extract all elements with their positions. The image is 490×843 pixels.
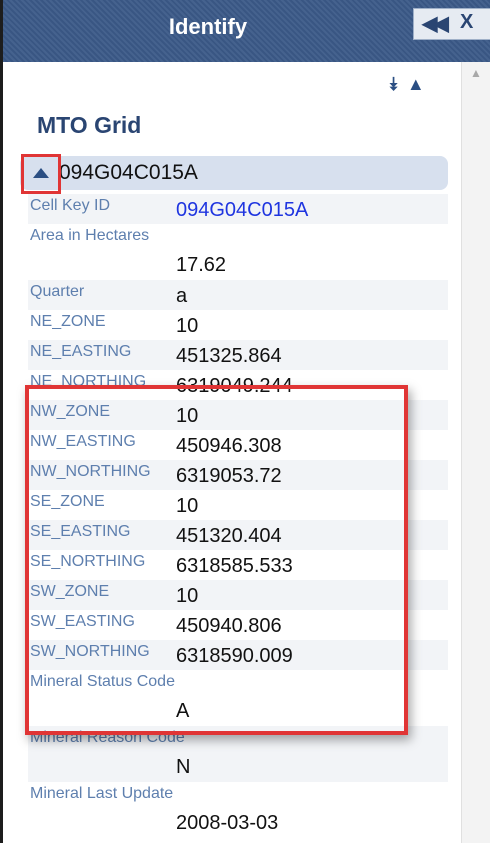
feature-id[interactable]: 094G04C015A	[59, 161, 198, 185]
attribute-value: A	[176, 700, 190, 722]
attribute-label: SW_EASTING	[30, 613, 135, 630]
attribute-row: Mineral Last Update 2008-03-03	[28, 782, 448, 838]
attribute-label: Area in Hectares	[30, 227, 150, 244]
attribute-row: Area in Hectares 17.62	[28, 224, 448, 280]
attribute-value: 6319049.244	[176, 375, 293, 397]
attribute-label: Mineral Status Code	[30, 673, 175, 690]
attribute-row: SE_EASTING 451320.404	[28, 520, 448, 550]
attribute-row: SW_ZONE 10	[28, 580, 448, 610]
attribute-value: 6319053.72	[176, 465, 282, 487]
attribute-row: NE_NORTHING 6319049.244	[28, 370, 448, 400]
attribute-label: NE_NORTHING	[30, 373, 147, 390]
attribute-value: 17.62	[176, 254, 227, 276]
scroll-up-icon[interactable]: ▲	[470, 66, 482, 80]
attribute-row: SW_EASTING 450940.806	[28, 610, 448, 640]
expand-collapse-toolbar: ⯯ ▲	[388, 74, 433, 95]
attribute-row: Cell Key ID 094G04C015A	[28, 194, 448, 224]
attribute-value-link[interactable]: 094G04C015A	[176, 199, 308, 222]
attribute-label: SW_ZONE	[30, 583, 110, 600]
window-controls: ◀◀ X	[413, 8, 490, 40]
attribute-row: SE_NORTHING 6318585.533	[28, 550, 448, 580]
attribute-label: NW_ZONE	[30, 403, 110, 420]
scrollbar[interactable]: ▲	[461, 62, 490, 843]
attribute-row: SE_ZONE 10	[28, 490, 448, 520]
layer-title: MTO Grid	[37, 112, 142, 138]
attribute-row: NE_ZONE 10	[28, 310, 448, 340]
attribute-label: NE_EASTING	[30, 343, 132, 360]
attribute-value: a	[176, 285, 188, 307]
attribute-value: 451325.864	[176, 345, 282, 367]
attribute-value: 6318585.533	[176, 555, 293, 577]
attribute-row: NW_NORTHING 6319053.72	[28, 460, 448, 490]
double-chevron-left-icon[interactable]: ◀◀	[422, 11, 449, 36]
attribute-label: Mineral Reason Code	[30, 729, 185, 746]
attribute-label: SE_ZONE	[30, 493, 105, 510]
attribute-row: NW_EASTING 450946.308	[28, 430, 448, 460]
attribute-value: N	[176, 756, 191, 778]
attribute-label: Cell Key ID	[30, 197, 111, 214]
chevron-up-icon[interactable]: ▲	[407, 74, 425, 94]
identify-panel: ⯯ ▲ MTO Grid 094G04C015A Cell Key ID 094G0…	[3, 62, 461, 843]
attribute-label: SE_EASTING	[30, 523, 131, 540]
attribute-label: NW_EASTING	[30, 433, 136, 450]
attribute-row: Mineral Reason Code N	[28, 726, 448, 782]
attribute-value: 451320.404	[176, 525, 282, 547]
window-titlebar: Identify ◀◀ X	[3, 0, 490, 62]
attribute-value: 10	[176, 405, 199, 427]
attribute-row: NE_EASTING 451325.864	[28, 340, 448, 370]
attribute-row: SW_NORTHING 6318590.009	[28, 640, 448, 670]
attribute-value: 450940.806	[176, 615, 282, 637]
attribute-value: 10	[176, 315, 199, 337]
attribute-label: SW_NORTHING	[30, 643, 150, 660]
attribute-label: SE_NORTHING	[30, 553, 146, 570]
attribute-label: NW_NORTHING	[30, 463, 151, 480]
triangle-up-icon	[33, 168, 49, 178]
collapse-feature-button[interactable]	[21, 154, 61, 194]
attribute-row: NW_ZONE 10	[28, 400, 448, 430]
attribute-value: 10	[176, 585, 199, 607]
attribute-value: 450946.308	[176, 435, 282, 457]
double-chevron-down-icon[interactable]: ⯯	[388, 74, 399, 94]
window-title: Identify	[168, 14, 248, 39]
attribute-label: Mineral Last Update	[30, 785, 174, 802]
attribute-row: Mineral Status Code A	[28, 670, 448, 726]
attribute-label: NE_ZONE	[30, 313, 106, 330]
attribute-table: Cell Key ID 094G04C015A Area in Hectares 17…	[28, 194, 448, 838]
attribute-value: 2008-03-03	[176, 812, 279, 834]
attribute-value: 6318590.009	[176, 645, 293, 667]
attribute-value: 10	[176, 495, 199, 517]
close-button[interactable]: X	[460, 11, 473, 34]
attribute-label: Quarter	[30, 283, 85, 300]
attribute-row: Quarter a	[28, 280, 448, 310]
